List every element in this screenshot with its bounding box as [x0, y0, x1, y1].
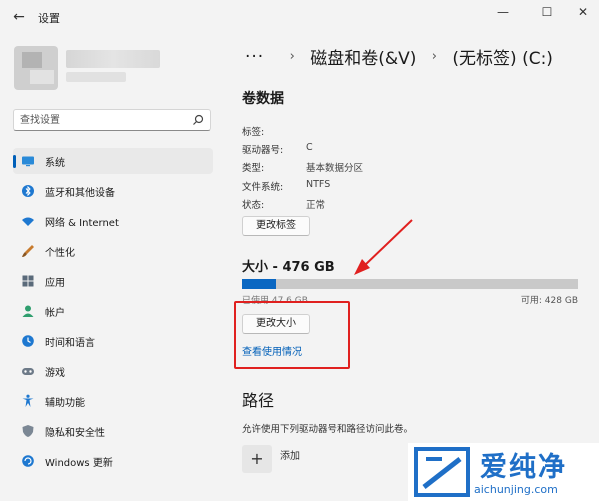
breadcrumb-more-button[interactable]: ··· [245, 47, 264, 67]
user-name-blurred [66, 50, 160, 68]
volume-data-heading: 卷数据 [242, 91, 284, 107]
sidebar-item-label: 帐户 [45, 308, 65, 319]
sidebar-item-label: 辅助功能 [45, 398, 85, 409]
usage-bar [242, 279, 578, 289]
sidebar-item-label: 网络 & Internet [45, 218, 119, 229]
sidebar-item-label: Windows 更新 [45, 458, 113, 469]
prop-label-label: 标签: [242, 127, 265, 138]
bluetooth-icon [22, 185, 34, 197]
sidebar-item-label: 应用 [45, 278, 65, 289]
maximize-button[interactable]: ☐ [532, 4, 562, 20]
breadcrumb: ··· › 磁盘和卷(&V) › (无标签) (C:) [245, 44, 553, 70]
page-title: (无标签) (C:) [452, 49, 553, 69]
title-bar: ← 设置 — ☐ ✕ [0, 0, 599, 34]
accessibility-icon [22, 394, 34, 407]
usage-bar-fill [242, 279, 276, 289]
sidebar-item-label: 时间和语言 [45, 338, 95, 349]
prop-value-file-system: NTFS [306, 179, 331, 190]
prop-value-drive-letter: C [306, 142, 313, 153]
gamepad-icon [22, 368, 34, 375]
size-heading: 大小 - 476 GB [242, 260, 335, 275]
brush-icon [22, 245, 34, 257]
sidebar-item-gaming[interactable]: 游戏 [13, 358, 213, 384]
globe-clock-icon [22, 335, 34, 347]
settings-window: ← 设置 — ☐ ✕ 系统 [0, 0, 599, 501]
add-path-label: 添加 [280, 451, 300, 462]
breadcrumb-separator-icon: › [289, 49, 295, 64]
sidebar-item-personalization[interactable]: 个性化 [13, 238, 213, 264]
add-path-button[interactable]: + [242, 445, 272, 473]
active-indicator [13, 155, 16, 168]
watermark: 爱纯净 aichunjing.com [408, 443, 599, 501]
sidebar-item-network[interactable]: 网络 & Internet [13, 208, 213, 234]
sidebar-item-label: 蓝牙和其他设备 [45, 188, 115, 199]
watermark-text-cn: 爱纯净 [480, 452, 567, 483]
prop-label-type: 类型: [242, 163, 265, 174]
person-icon [22, 305, 34, 317]
search-box[interactable] [13, 109, 211, 131]
search-input[interactable] [20, 113, 188, 127]
main-content: ··· › 磁盘和卷(&V) › (无标签) (C:) 卷数据 标签: 驱动器号… [225, 34, 599, 501]
sidebar-item-label: 个性化 [45, 248, 75, 259]
sidebar-item-apps[interactable]: 应用 [13, 268, 213, 294]
breadcrumb-disks-volumes[interactable]: 磁盘和卷(&V) [310, 44, 416, 69]
prop-value-type: 基本数据分区 [306, 163, 364, 174]
sidebar-item-time-language[interactable]: 时间和语言 [13, 328, 213, 354]
sidebar-item-accounts[interactable]: 帐户 [13, 298, 213, 324]
change-label-button[interactable]: 更改标签 [242, 216, 310, 236]
watermark-text-en: aichunjing.com [474, 483, 558, 496]
prop-label-status: 状态: [242, 200, 265, 211]
app-title: 设置 [38, 12, 60, 25]
watermark-logo-icon [414, 447, 470, 497]
annotation-highlight-box [234, 301, 350, 369]
minimize-button[interactable]: — [488, 4, 518, 20]
sidebar-item-windows-update[interactable]: Windows 更新 [13, 448, 213, 474]
search-icon[interactable] [192, 114, 204, 126]
apps-icon [22, 275, 34, 287]
update-icon [22, 455, 34, 467]
shield-icon [22, 425, 34, 437]
breadcrumb-separator-icon: › [431, 49, 437, 64]
free-space-text: 可用: 428 GB [520, 296, 578, 306]
path-description: 允许使用下列驱动器号和路径访问此卷。 [242, 424, 414, 435]
sidebar-item-accessibility[interactable]: 辅助功能 [13, 388, 213, 414]
path-heading: 路径 [242, 391, 275, 410]
prop-label-drive-letter: 驱动器号: [242, 145, 284, 156]
wifi-icon [22, 217, 34, 226]
back-button[interactable]: ← [8, 6, 30, 28]
sidebar-item-privacy[interactable]: 隐私和安全性 [13, 418, 213, 444]
user-email-blurred [66, 72, 126, 82]
avatar[interactable] [14, 46, 58, 90]
prop-value-status: 正常 [306, 200, 326, 211]
monitor-icon [22, 156, 34, 167]
prop-label-file-system: 文件系统: [242, 182, 284, 193]
sidebar: 系统 蓝牙和其他设备 网络 & Internet 个性化 [0, 34, 225, 501]
sidebar-item-label: 系统 [45, 158, 65, 169]
sidebar-item-system[interactable]: 系统 [13, 148, 213, 174]
sidebar-item-label: 游戏 [45, 368, 65, 379]
sidebar-item-label: 隐私和安全性 [45, 428, 105, 439]
close-button[interactable]: ✕ [568, 4, 598, 20]
sidebar-item-bluetooth[interactable]: 蓝牙和其他设备 [13, 178, 213, 204]
